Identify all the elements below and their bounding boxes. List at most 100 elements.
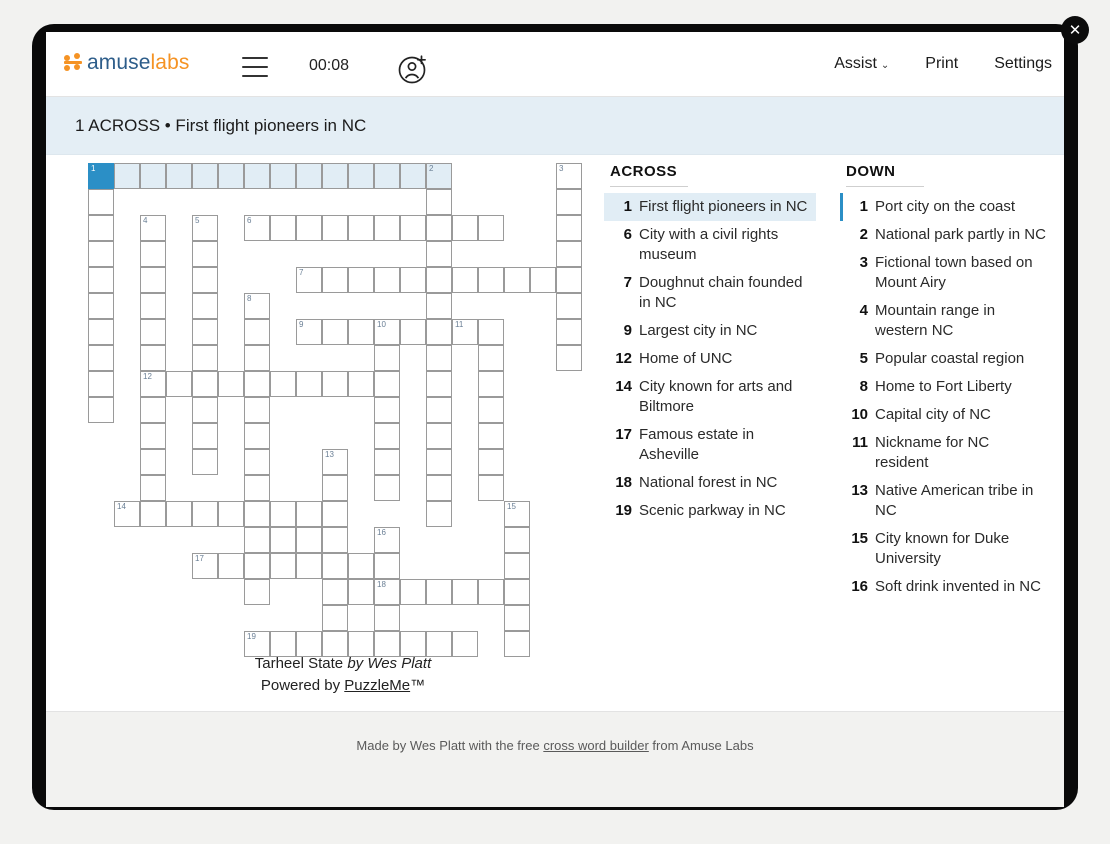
grid-cell[interactable] [192,163,218,189]
grid-cell[interactable] [348,371,374,397]
clue-item-down-4[interactable]: 4 Mountain range in western NC [840,297,1052,345]
grid-cell[interactable]: 9 [296,319,322,345]
grid-cell[interactable] [374,449,400,475]
grid-cell[interactable] [348,267,374,293]
grid-cell[interactable] [348,163,374,189]
clue-item-across-6[interactable]: 6 City with a civil rights museum [604,221,816,269]
grid-cell[interactable] [218,371,244,397]
clue-item-down-15[interactable]: 15 City known for Duke University [840,525,1052,573]
grid-cell[interactable] [244,397,270,423]
nav-print[interactable]: Print [925,55,958,73]
grid-cell[interactable] [374,423,400,449]
grid-cell[interactable] [400,579,426,605]
grid-cell[interactable] [426,267,452,293]
clue-item-down-5[interactable]: 5 Popular coastal region [840,345,1052,373]
grid-cell[interactable] [140,163,166,189]
grid-cell[interactable] [478,579,504,605]
grid-cell[interactable] [322,319,348,345]
grid-cell[interactable] [478,345,504,371]
grid-cell[interactable]: 2 [426,163,452,189]
grid-cell[interactable] [374,397,400,423]
grid-cell[interactable] [140,345,166,371]
grid-cell[interactable] [192,345,218,371]
grid-cell[interactable] [374,267,400,293]
grid-cell[interactable]: 8 [244,293,270,319]
grid-cell[interactable] [192,293,218,319]
amuselabs-logo[interactable]: amuse labs [63,51,189,75]
grid-cell[interactable] [88,319,114,345]
grid-cell[interactable] [348,579,374,605]
grid-cell[interactable] [426,423,452,449]
grid-cell[interactable] [322,579,348,605]
grid-cell[interactable] [322,553,348,579]
grid-cell[interactable] [426,371,452,397]
clue-item-down-8[interactable]: 8 Home to Fort Liberty [840,373,1052,401]
grid-cell[interactable] [348,553,374,579]
grid-cell[interactable] [192,501,218,527]
grid-cell[interactable] [140,293,166,319]
grid-cell[interactable] [88,397,114,423]
grid-cell[interactable]: 13 [322,449,348,475]
grid-cell[interactable] [296,215,322,241]
grid-cell[interactable] [556,267,582,293]
grid-cell[interactable] [88,241,114,267]
grid-cell[interactable] [400,267,426,293]
grid-cell[interactable] [218,163,244,189]
clue-item-down-1[interactable]: 1 Port city on the coast [840,193,1052,221]
grid-cell[interactable] [322,215,348,241]
grid-cell[interactable] [270,215,296,241]
grid-cell[interactable]: 3 [556,163,582,189]
grid-cell[interactable] [88,215,114,241]
nav-settings[interactable]: Settings [994,55,1052,73]
clue-item-across-9[interactable]: 9 Largest city in NC [604,317,816,345]
grid-cell[interactable] [322,475,348,501]
grid-cell[interactable] [244,579,270,605]
grid-cell[interactable] [296,163,322,189]
grid-cell[interactable] [478,215,504,241]
grid-cell[interactable] [322,163,348,189]
grid-cell[interactable] [244,527,270,553]
clue-item-across-12[interactable]: 12 Home of UNC [604,345,816,373]
grid-cell[interactable] [296,501,322,527]
grid-cell[interactable] [374,215,400,241]
clue-item-across-18[interactable]: 18 National forest in NC [604,469,816,497]
grid-cell[interactable] [478,319,504,345]
grid-cell[interactable] [374,163,400,189]
grid-cell[interactable] [348,215,374,241]
grid-cell[interactable] [478,267,504,293]
grid-cell[interactable] [452,579,478,605]
clue-item-down-10[interactable]: 10 Capital city of NC [840,401,1052,429]
grid-cell[interactable] [244,371,270,397]
grid-cell[interactable] [478,397,504,423]
grid-cell[interactable] [244,501,270,527]
grid-cell[interactable] [270,527,296,553]
grid-cell[interactable] [140,449,166,475]
grid-cell[interactable] [556,189,582,215]
grid-cell[interactable] [270,553,296,579]
clue-item-down-16[interactable]: 16 Soft drink invented in NC [840,573,1052,601]
clue-item-across-1[interactable]: 1 First flight pioneers in NC [604,193,816,221]
grid-cell[interactable] [400,215,426,241]
grid-cell[interactable]: 4 [140,215,166,241]
grid-cell[interactable] [192,241,218,267]
grid-cell[interactable] [244,423,270,449]
add-account-icon[interactable] [397,53,429,85]
grid-cell[interactable]: 1 [88,163,114,189]
grid-cell[interactable] [166,501,192,527]
hamburger-icon[interactable] [242,57,268,77]
grid-cell[interactable] [244,319,270,345]
grid-cell[interactable] [88,293,114,319]
grid-cell[interactable] [478,371,504,397]
grid-cell[interactable] [556,319,582,345]
close-button[interactable]: ✕ [1061,16,1089,44]
grid-cell[interactable] [322,605,348,631]
grid-cell[interactable] [322,527,348,553]
clue-item-down-13[interactable]: 13 Native American tribe in NC [840,477,1052,525]
grid-cell[interactable] [244,553,270,579]
grid-cell[interactable] [192,423,218,449]
grid-cell[interactable] [556,345,582,371]
grid-cell[interactable]: 11 [452,319,478,345]
grid-cell[interactable] [374,475,400,501]
grid-cell[interactable] [192,397,218,423]
grid-cell[interactable] [140,397,166,423]
